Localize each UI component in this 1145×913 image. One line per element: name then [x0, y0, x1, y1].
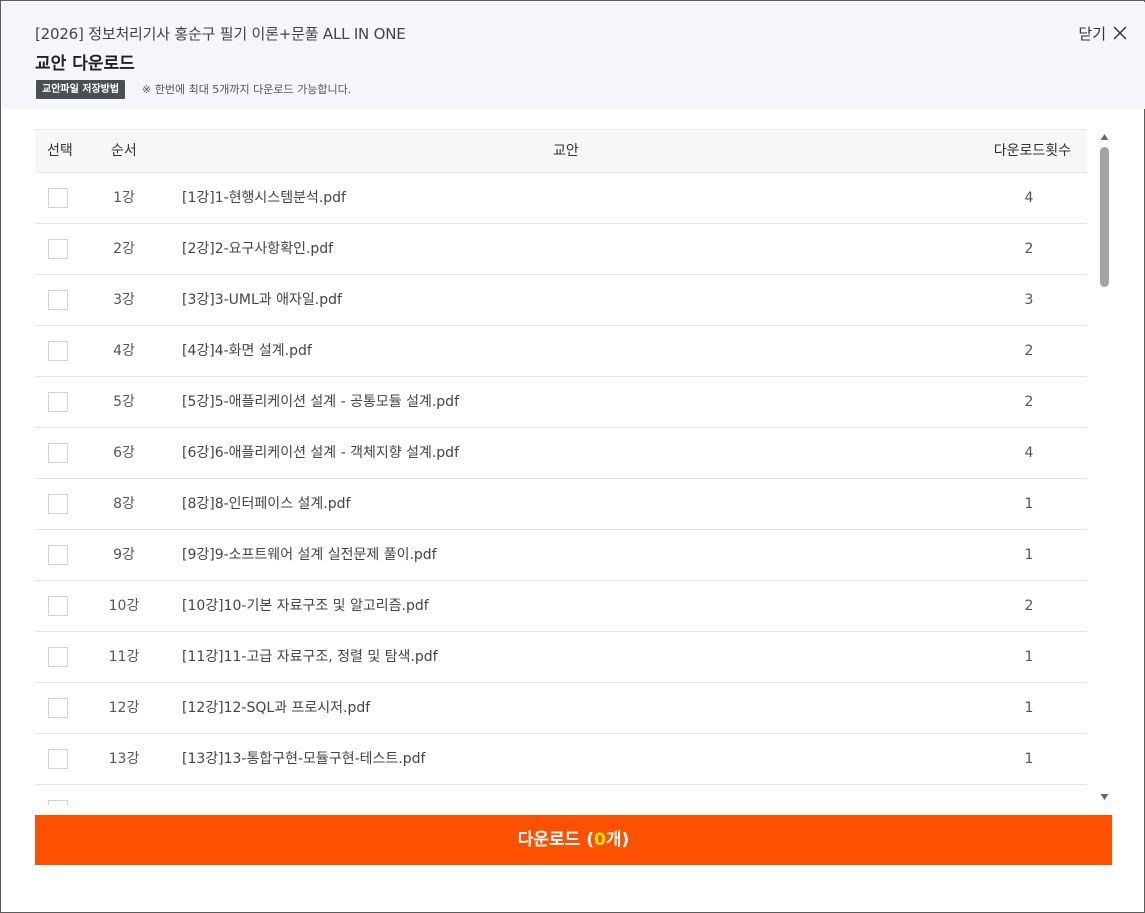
lecture-order: 5강: [113, 394, 135, 410]
material-file-name[interactable]: [6강]6-애플리케이션 설계 - 객체지향 설계.pdf: [182, 428, 459, 478]
column-header-select: 선택: [47, 143, 73, 159]
download-count: 1: [1024, 496, 1034, 512]
table-row: 3강 [3강]3-UML과 애자일.pdf 3: [35, 275, 1087, 326]
download-count: 4: [1024, 190, 1034, 206]
download-count: 2: [1024, 394, 1034, 410]
modal-header: [2026] 정보처리기사 홍순구 필기 이론+문풀 ALL IN ONE 교안…: [2, 2, 1145, 109]
materials-table: 선택 순서 교안 다운로드횟수 1강 [1강]1-현행시스템분석.pdf 4 2…: [35, 129, 1087, 805]
row-checkbox[interactable]: [48, 239, 68, 259]
close-button[interactable]: 닫기: [1078, 23, 1128, 43]
lecture-order: 9강: [113, 547, 135, 563]
material-file-name[interactable]: [8강]8-인터페이스 설계.pdf: [182, 479, 350, 529]
material-file-name[interactable]: [10강]10-기본 자료구조 및 알고리즘.pdf: [182, 581, 429, 631]
lecture-order: 12강: [108, 700, 140, 716]
download-count: 1: [1024, 700, 1034, 716]
table-body: 1강 [1강]1-현행시스템분석.pdf 4 2강 [2강]2-요구사항확인.p…: [35, 173, 1087, 805]
table-row: 11강 [11강]11-고급 자료구조, 정렬 및 탐색.pdf 1: [35, 632, 1087, 683]
download-label-prefix: 다운로드 (: [517, 830, 594, 850]
row-checkbox[interactable]: [48, 188, 68, 208]
lecture-order: 10강: [108, 598, 140, 614]
download-label-suffix: 개): [605, 830, 630, 850]
table-row: 5강 [5강]5-애플리케이션 설계 - 공통모듈 설계.pdf 2: [35, 377, 1087, 428]
material-file-name[interactable]: [13강]13-통합구현-모듈구현-테스트.pdf: [182, 734, 425, 784]
table-header: 선택 순서 교안 다운로드횟수: [35, 129, 1087, 173]
download-limit-notice: ※ 한번에 최대 5개까지 다운로드 가능합니다.: [142, 83, 352, 96]
material-file-name[interactable]: [5강]5-애플리케이션 설계 - 공통모듈 설계.pdf: [182, 377, 459, 427]
download-count: 2: [1024, 241, 1034, 257]
course-title: [2026] 정보처리기사 홍순구 필기 이론+문풀 ALL IN ONE: [35, 25, 406, 43]
table-row: [35, 785, 1087, 805]
save-guide-button[interactable]: 교안파일 저장방법: [36, 80, 126, 99]
download-count: 1: [1024, 547, 1034, 563]
table-row: 12강 [12강]12-SQL과 프로시저.pdf 1: [35, 683, 1087, 734]
material-file-name[interactable]: [3강]3-UML과 애자일.pdf: [182, 275, 342, 325]
row-checkbox[interactable]: [48, 545, 68, 565]
table-row: 4강 [4강]4-화면 설계.pdf 2: [35, 326, 1087, 377]
row-checkbox[interactable]: [48, 800, 68, 805]
column-header-download-count: 다운로드횟수: [993, 143, 1071, 159]
row-checkbox[interactable]: [48, 698, 68, 718]
table-row: 10강 [10강]10-기본 자료구조 및 알고리즘.pdf 2: [35, 581, 1087, 632]
modal-title: 교안 다운로드: [35, 54, 135, 74]
download-count: 1: [1024, 751, 1034, 767]
download-button[interactable]: 다운로드 (0개): [35, 815, 1112, 865]
row-checkbox[interactable]: [48, 341, 68, 361]
material-file-name[interactable]: [12강]12-SQL과 프로시저.pdf: [182, 683, 370, 733]
download-count: 2: [1024, 598, 1034, 614]
table-row: 8강 [8강]8-인터페이스 설계.pdf 1: [35, 479, 1087, 530]
lecture-order: 1강: [113, 190, 135, 206]
close-x-icon[interactable]: [1112, 25, 1128, 41]
column-header-material: 교안: [553, 143, 579, 159]
close-label: 닫기: [1078, 24, 1106, 43]
table-row: 2강 [2강]2-요구사항확인.pdf 2: [35, 224, 1087, 275]
material-file-name[interactable]: [1강]1-현행시스템분석.pdf: [182, 173, 346, 223]
material-file-name[interactable]: [9강]9-소프트웨어 설계 실전문제 풀이.pdf: [182, 530, 437, 580]
row-checkbox[interactable]: [48, 596, 68, 616]
table-row: 13강 [13강]13-통합구현-모듈구현-테스트.pdf 1: [35, 734, 1087, 785]
row-checkbox[interactable]: [48, 443, 68, 463]
column-header-order: 순서: [111, 143, 137, 159]
download-count: 4: [1024, 445, 1034, 461]
scrollbar-thumb[interactable]: [1100, 147, 1109, 287]
scroll-up-arrow-icon[interactable]: [1099, 132, 1110, 142]
lecture-order: 8강: [113, 496, 135, 512]
lecture-order: 6강: [113, 445, 135, 461]
row-checkbox[interactable]: [48, 290, 68, 310]
material-file-name[interactable]: [2강]2-요구사항확인.pdf: [182, 224, 333, 274]
download-modal: [2026] 정보처리기사 홍순구 필기 이론+문풀 ALL IN ONE 교안…: [0, 0, 1145, 913]
lecture-order: 4강: [113, 343, 135, 359]
download-count: 2: [1024, 343, 1034, 359]
lecture-order: 3강: [113, 292, 135, 308]
table-row: 9강 [9강]9-소프트웨어 설계 실전문제 풀이.pdf 1: [35, 530, 1087, 581]
download-count: 3: [1024, 292, 1034, 308]
scroll-down-arrow-icon[interactable]: [1099, 792, 1110, 802]
material-file-name[interactable]: [4강]4-화면 설계.pdf: [182, 326, 312, 376]
lecture-order: 11강: [108, 649, 140, 665]
lecture-order: 13강: [108, 751, 140, 767]
material-file-name[interactable]: [11강]11-고급 자료구조, 정렬 및 탐색.pdf: [182, 632, 438, 682]
table-row: 6강 [6강]6-애플리케이션 설계 - 객체지향 설계.pdf 4: [35, 428, 1087, 479]
lecture-order: 2강: [113, 241, 135, 257]
row-checkbox[interactable]: [48, 494, 68, 514]
selected-count: 0: [593, 830, 606, 850]
row-checkbox[interactable]: [48, 392, 68, 412]
row-checkbox[interactable]: [48, 647, 68, 667]
download-count: 1: [1024, 649, 1034, 665]
table-row: 1강 [1강]1-현행시스템분석.pdf 4: [35, 173, 1087, 224]
row-checkbox[interactable]: [48, 749, 68, 769]
